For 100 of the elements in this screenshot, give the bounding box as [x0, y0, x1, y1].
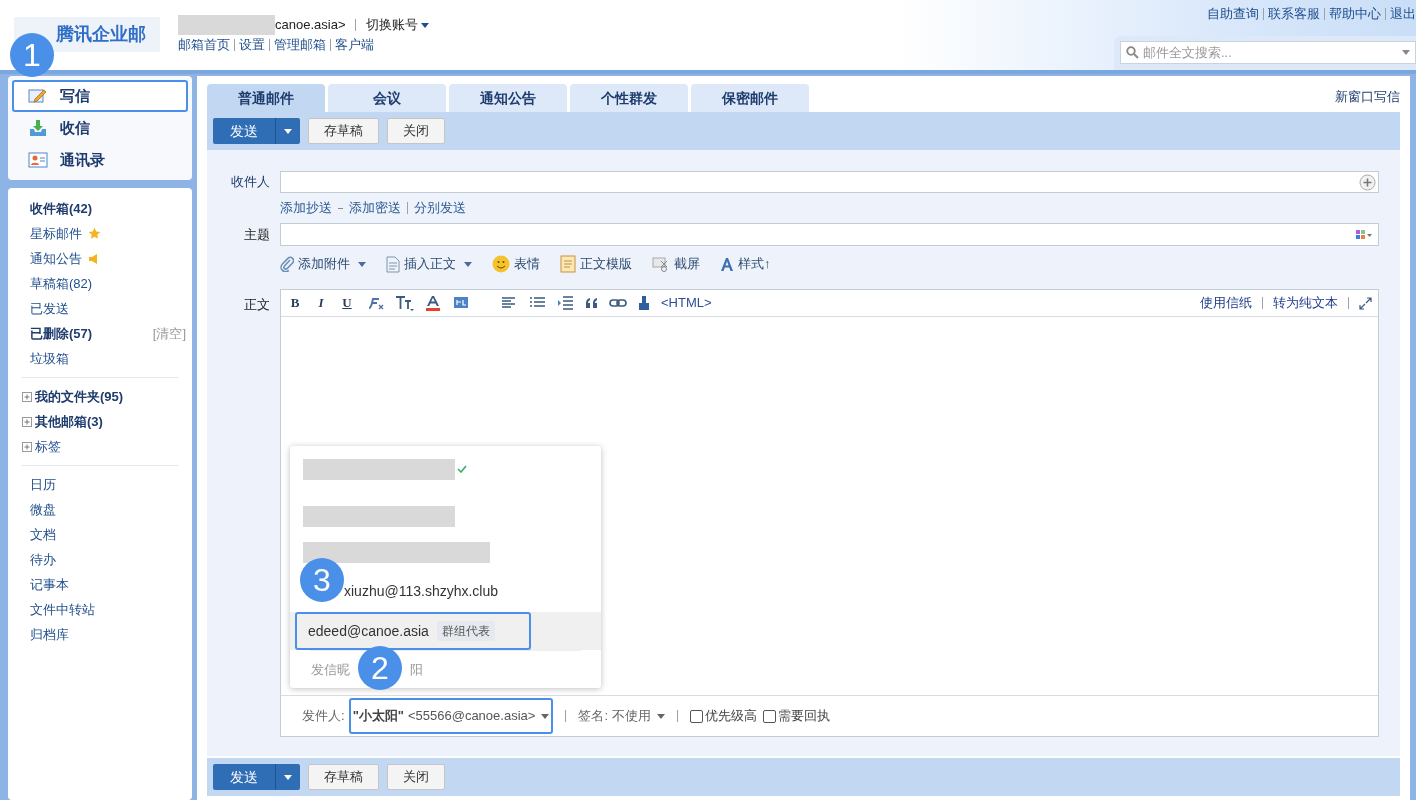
- caret-icon: [421, 22, 430, 28]
- folder-item[interactable]: 通知公告: [30, 248, 82, 269]
- pencil-icon: [28, 87, 48, 105]
- nickname-text: 阳: [410, 660, 423, 679]
- tab[interactable]: 通知公告: [449, 84, 567, 112]
- tab[interactable]: 普通邮件: [207, 84, 325, 112]
- add-bcc-link[interactable]: 添加密送: [349, 198, 401, 218]
- checkbox[interactable]: [763, 709, 776, 723]
- send-button[interactable]: 发送: [213, 764, 300, 790]
- format-button[interactable]: B: [287, 293, 303, 313]
- folder-group[interactable]: 我的文件夹(95): [35, 386, 124, 407]
- top-link[interactable]: 退出: [1390, 4, 1416, 24]
- top-link[interactable]: 帮助中心: [1329, 4, 1381, 24]
- compose-tool[interactable]: 截屏: [652, 254, 700, 274]
- new-window-compose-link[interactable]: 新窗口写信: [1335, 87, 1400, 107]
- group-tag: 群组代表: [436, 621, 495, 642]
- format-button[interactable]: I: [313, 293, 329, 313]
- html-toggle[interactable]: <HTML>: [661, 293, 712, 313]
- search-field[interactable]: 邮件全文搜索...: [1120, 41, 1416, 64]
- app-link[interactable]: 微盘: [30, 499, 56, 520]
- app-link[interactable]: 文件中转站: [30, 599, 95, 620]
- speaker-icon: [88, 252, 100, 265]
- top-link[interactable]: 联系客服: [1268, 4, 1320, 24]
- quote-icon: [585, 297, 599, 309]
- app-link[interactable]: 文档: [30, 524, 56, 545]
- caret-icon: [541, 713, 550, 719]
- save-draft-button[interactable]: 存草稿: [308, 118, 379, 144]
- subject-label: 主题: [243, 225, 270, 244]
- signature-select[interactable]: 不使用: [612, 706, 665, 726]
- nav-link[interactable]: 邮箱首页: [178, 35, 230, 55]
- sender-name: "小太阳": [352, 707, 404, 726]
- smiley-icon: [492, 255, 510, 273]
- body-label: 正文: [243, 296, 270, 314]
- close-button[interactable]: 关闭: [387, 764, 445, 790]
- sidebar-action[interactable]: 收信: [12, 112, 188, 144]
- tab[interactable]: 个性群发: [570, 84, 688, 112]
- indent-icon: [557, 295, 575, 311]
- caret-icon: [284, 774, 292, 780]
- compose-tool[interactable]: 样式↑: [720, 254, 771, 274]
- font-color-icon: [425, 295, 443, 311]
- folder-group[interactable]: 其他邮箱(3): [35, 411, 103, 432]
- sidebar-action[interactable]: 通讯录: [12, 144, 188, 176]
- caret-icon: [657, 713, 665, 719]
- format-button[interactable]: U: [339, 293, 355, 313]
- sender-address: <55566@canoe.asia>: [407, 707, 536, 726]
- menu-item[interactable]: xiuzhu@113.shzyhx.club: [344, 580, 499, 602]
- tab[interactable]: 保密邮件: [691, 84, 809, 112]
- option-label: 需要回执: [778, 707, 830, 726]
- nav-link[interactable]: 客户端: [335, 35, 374, 55]
- compose-tool[interactable]: 正文模版: [560, 254, 632, 274]
- nav-link[interactable]: 管理邮箱: [274, 35, 326, 55]
- star-icon: [88, 227, 101, 240]
- document-icon: [386, 255, 400, 273]
- caret-icon: [358, 261, 366, 267]
- nav-link[interactable]: 设置: [239, 35, 265, 55]
- contact-card-icon: [28, 152, 48, 168]
- inbox-icon: [28, 119, 48, 137]
- send-button[interactable]: 发送: [213, 118, 300, 144]
- caret-icon: [1402, 50, 1410, 55]
- menu-item[interactable]: edeed@canoe.asia 群组代表: [290, 611, 601, 651]
- compose-tool[interactable]: 插入正文: [386, 254, 472, 274]
- app-link[interactable]: 归档库: [30, 624, 69, 645]
- checkbox[interactable]: [690, 709, 703, 723]
- folder-group[interactable]: 标签: [35, 436, 61, 457]
- stationery-link[interactable]: 使用信纸: [1200, 293, 1252, 313]
- font-style-icon: [720, 256, 734, 272]
- sender-select[interactable]: "小太阳" <55566@canoe.asia>: [348, 698, 554, 734]
- folder-item[interactable]: 垃圾箱: [30, 348, 69, 369]
- nickname-text: 发信昵: [311, 660, 350, 679]
- compose-tool[interactable]: 表情: [492, 254, 540, 274]
- top-link[interactable]: 自助查询: [1207, 4, 1259, 24]
- compose-tool[interactable]: 添加附件: [280, 254, 366, 274]
- paperclip-icon: [280, 256, 294, 272]
- plain-text-link[interactable]: 转为纯文本: [1273, 293, 1338, 313]
- separate-send-link[interactable]: 分别发送: [414, 198, 466, 218]
- account-address: canoe.asia>: [275, 16, 346, 35]
- caret-icon: [284, 128, 292, 134]
- scissors-icon: [652, 255, 670, 273]
- add-icon[interactable]: [1359, 173, 1376, 191]
- recipient-field[interactable]: [280, 171, 1379, 193]
- folder-item[interactable]: 星标邮件: [30, 223, 82, 244]
- color-grid-icon[interactable]: [1356, 229, 1372, 240]
- app-link[interactable]: 记事本: [30, 574, 69, 595]
- switch-account-link[interactable]: 切换账号: [366, 15, 430, 35]
- folder-item[interactable]: 收件箱(42): [30, 198, 93, 219]
- sidebar-action[interactable]: 写信: [12, 80, 188, 112]
- folder-item[interactable]: 已删除(57): [30, 323, 93, 344]
- subject-field[interactable]: [280, 223, 1379, 246]
- font-size-icon: [395, 295, 415, 311]
- app-link[interactable]: 待办: [30, 549, 56, 570]
- folder-item[interactable]: 草稿箱(82): [30, 273, 93, 294]
- sender-address: edeed@canoe.asia: [308, 621, 429, 641]
- option-label: 优先级高: [705, 707, 757, 726]
- tab[interactable]: 会议: [328, 84, 446, 112]
- close-button[interactable]: 关闭: [387, 118, 445, 144]
- expand-icon[interactable]: [1359, 296, 1372, 310]
- save-draft-button[interactable]: 存草稿: [308, 764, 379, 790]
- add-cc-link[interactable]: 添加抄送: [280, 198, 332, 218]
- folder-item[interactable]: 已发送: [30, 298, 69, 319]
- app-link[interactable]: 日历: [30, 474, 56, 495]
